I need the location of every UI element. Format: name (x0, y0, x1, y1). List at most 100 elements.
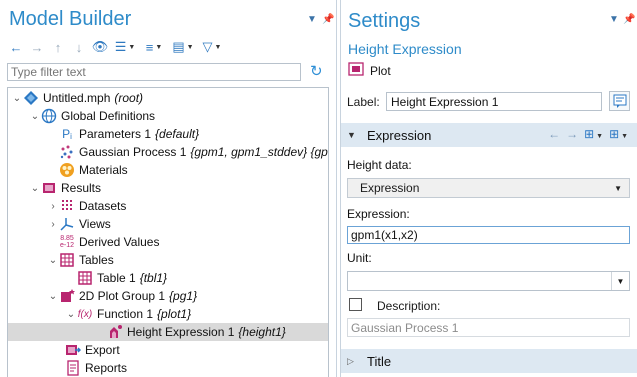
section-title: Expression (367, 127, 432, 143)
tree-item-global-definitions[interactable]: ⌄ Global Definitions (8, 107, 328, 125)
model-tree: ⌄ Untitled.mph (root) ⌄ Global Definitio… (7, 87, 329, 377)
plot-icon (348, 62, 364, 79)
model-builder-title: Model Builder (9, 8, 132, 30)
pin-icon[interactable]: 📌 (322, 14, 334, 25)
tree-item-table-1[interactable]: Table 1 {tbl1} (8, 269, 328, 287)
view-menu-icon[interactable]: ▼ (307, 14, 317, 25)
plot-group-icon (59, 288, 75, 304)
forward-arrow-icon[interactable]: → (28, 38, 46, 56)
settings-panel: Settings ▼ 📌 Height Expression Plot Labe… (340, 0, 637, 377)
tree-item-label: Table 1 (97, 271, 136, 285)
materials-icon (59, 162, 75, 178)
collapse-arrow-icon[interactable]: ⌄ (65, 309, 77, 320)
tree-item-label: Tables (79, 253, 114, 267)
expression-input[interactable] (347, 226, 630, 244)
tree-item-label: 2D Plot Group 1 (79, 289, 166, 303)
export-icon (65, 342, 81, 358)
tree-item-tables[interactable]: ⌄ Tables (8, 251, 328, 269)
tree-item-label: Results (61, 181, 102, 195)
description-checkbox[interactable] (349, 298, 362, 311)
tree-item-label: Derived Values (79, 235, 160, 249)
axes-view-icon (59, 216, 75, 232)
tree-item-root[interactable]: ⌄ Untitled.mph (root) (8, 89, 328, 107)
unit-combobox[interactable]: ▼ (347, 271, 630, 291)
pin-icon[interactable]: 📌 (623, 14, 635, 25)
view-menu-icon[interactable]: ▼ (609, 14, 619, 25)
tree-item-derived-values[interactable]: 8.85 e-12 Derived Values (8, 233, 328, 251)
forward-arrow-icon[interactable]: → (566, 127, 578, 141)
tree-item-results[interactable]: ⌄ Results (8, 179, 328, 197)
sort-options-icon[interactable]: ☰ ▼ (112, 38, 138, 56)
tree-item-views[interactable]: › Views (8, 215, 328, 233)
back-arrow-icon[interactable]: ← (7, 38, 25, 56)
tree-item-label: Reports (85, 361, 128, 375)
unit-caption: Unit: (347, 251, 372, 265)
tree-item-function[interactable]: ⌄ f(x) Function 1 {plot1} (8, 305, 328, 323)
expand-arrow-icon[interactable]: › (47, 219, 59, 230)
tree-item-parameters[interactable]: Pi Parameters 1 {default} (8, 125, 328, 143)
height-data-select[interactable]: Expression ▼ (347, 178, 630, 198)
collapse-arrow-icon[interactable]: ⌄ (29, 183, 41, 194)
expand-options-icon[interactable]: ≡ ▼ (141, 38, 167, 56)
tree-item-datasets[interactable]: › Datasets (8, 197, 328, 215)
move-down-icon[interactable]: ↓ (70, 38, 88, 56)
node-title: Height Expression (348, 41, 462, 57)
tree-item-label: Export (85, 343, 120, 357)
tree-filter-input[interactable] (7, 63, 301, 81)
label-caption: Label: (347, 95, 380, 109)
model-builder-panel: Model Builder ▼ 📌 ← → ↑ ↓ 👁 ☰ ▼ ≡ ▼ ▤ ▼ ▽ ▼ … (0, 0, 337, 377)
collapse-arrow-icon[interactable]: ⌄ (47, 255, 59, 266)
show-icon[interactable]: 👁 (91, 38, 109, 56)
globe-icon (41, 108, 57, 124)
model-builder-toolbar: ← → ↑ ↓ 👁 ☰ ▼ ≡ ▼ ▤ ▼ ▽ ▼ (7, 37, 225, 57)
layout-options-icon[interactable]: ▤ ▼ (170, 38, 196, 56)
insert-expression-icon[interactable]: ⊞ ▼ (584, 127, 603, 141)
back-arrow-icon[interactable]: ← (548, 127, 560, 141)
collapse-arrow-icon[interactable]: ⌄ (29, 111, 41, 122)
tree-item-height-expression[interactable]: Height Expression 1 {height1} (8, 323, 328, 341)
report-icon (65, 360, 81, 376)
tree-item-label: Datasets (79, 199, 127, 213)
move-up-icon[interactable]: ↑ (49, 38, 67, 56)
expression-caption: Expression: (347, 207, 410, 221)
label-input[interactable] (386, 92, 602, 111)
description-caption: Description: (377, 299, 441, 313)
collapse-arrow-icon[interactable]: ⌄ (47, 291, 59, 302)
tree-item-reports[interactable]: Reports (8, 359, 328, 377)
model-file-icon (23, 90, 39, 106)
settings-title: Settings (348, 10, 421, 32)
derived-values-icon: 8.85 e-12 (59, 235, 74, 249)
height-expression-icon (107, 324, 123, 340)
collapse-arrow-icon[interactable]: ▼ (347, 130, 361, 140)
chevron-down-icon[interactable]: ▼ (611, 272, 629, 290)
refresh-icon[interactable]: ↻ (310, 62, 323, 80)
tree-item-materials[interactable]: Materials (8, 161, 328, 179)
replace-expression-icon[interactable]: ⊞ ▼ (609, 127, 628, 141)
tree-item-export[interactable]: Export (8, 341, 328, 359)
tree-item-label: Height Expression 1 (127, 325, 235, 339)
results-icon (41, 180, 57, 196)
datasets-icon (59, 198, 75, 214)
node-type: Plot (370, 63, 391, 78)
section-title: Title (367, 353, 392, 369)
build-options-icon[interactable]: ▽ ▼ (199, 38, 225, 56)
title-section-header[interactable]: ▷ Title (341, 349, 637, 373)
tree-item-label: Views (79, 217, 111, 231)
expand-arrow-icon[interactable]: › (47, 201, 59, 212)
tree-item-label: Function 1 (97, 307, 154, 321)
table-icon (59, 252, 75, 268)
tree-item-2d-plot-group[interactable]: ⌄ 2D Plot Group 1 {pg1} (8, 287, 328, 305)
height-data-caption: Height data: (347, 158, 412, 172)
expression-section-header[interactable]: ▼ Expression ← → ⊞ ▼ ⊞ ▼ (341, 123, 637, 147)
expand-arrow-icon[interactable]: ▷ (347, 356, 361, 367)
tree-item-label: Materials (79, 163, 128, 177)
node-type-row: Plot (348, 62, 391, 79)
tree-item-label: Global Definitions (61, 109, 156, 123)
section-toolbar: ← → ⊞ ▼ ⊞ ▼ (548, 127, 628, 141)
table-icon (77, 270, 93, 286)
tree-item-tag: {pg1} (169, 289, 198, 303)
label-options-button[interactable] (609, 91, 630, 111)
collapse-arrow-icon[interactable]: ⌄ (11, 93, 23, 104)
tree-item-gaussian-process[interactable]: Gaussian Process 1 {gpm1, gpm1_stddev} {… (8, 143, 328, 161)
description-input[interactable] (347, 318, 630, 337)
